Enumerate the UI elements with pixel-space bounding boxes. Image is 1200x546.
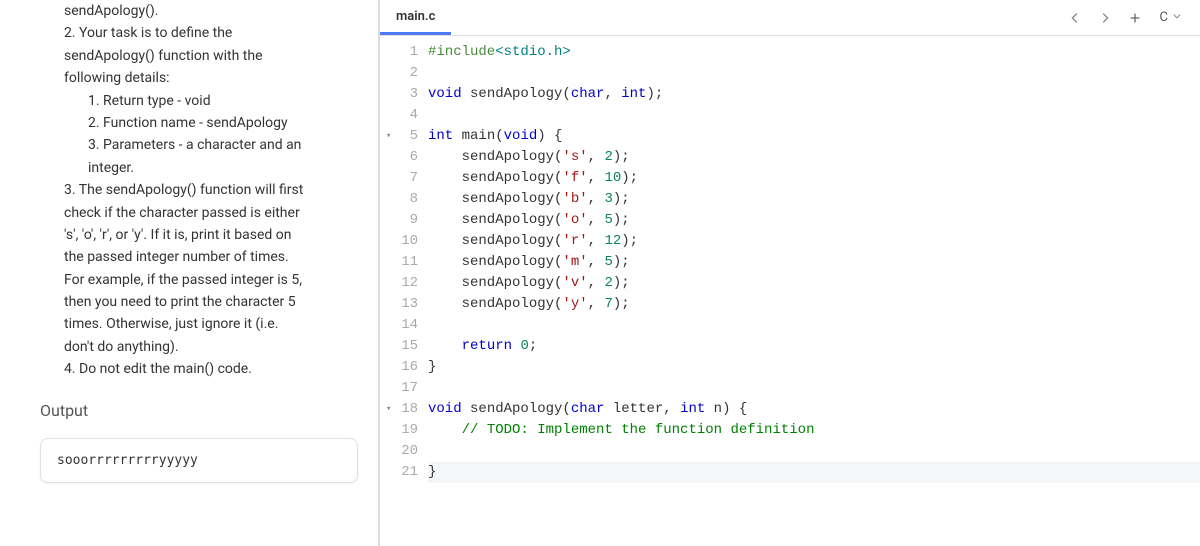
gutter-line: 20 (380, 441, 418, 462)
code-line[interactable] (428, 441, 1200, 462)
gutter-line: 21 (380, 462, 418, 483)
next-button[interactable] (1090, 3, 1120, 33)
instruction-line: then you need to print the character 5 (40, 291, 358, 313)
code-line[interactable] (428, 63, 1200, 84)
instruction-line: 3. The sendApology() function will first (40, 179, 358, 201)
code-editor[interactable]: 1234▾567891011121314151617▾18192021 #inc… (380, 36, 1200, 546)
gutter-line: 8 (380, 189, 418, 210)
code-line[interactable]: void sendApology(char, int); (428, 84, 1200, 105)
instruction-line: 4. Do not edit the main() code. (40, 358, 358, 380)
output-heading: Output (40, 401, 358, 420)
instruction-line: 2. Your task is to define the (40, 22, 358, 44)
code-line[interactable]: sendApology('b', 3); (428, 189, 1200, 210)
instruction-line: check if the character passed is either (40, 202, 358, 224)
code-line[interactable]: int main(void) { (428, 126, 1200, 147)
instruction-line: 1. Return type - void (40, 90, 358, 112)
gutter-line: 11 (380, 252, 418, 273)
gutter-line: 17 (380, 378, 418, 399)
code-content[interactable]: #include<stdio.h> void sendApology(char, … (428, 42, 1200, 546)
instruction-line: sendApology(). (40, 0, 358, 22)
language-label: C (1160, 10, 1168, 25)
gutter-line: 14 (380, 315, 418, 336)
output-text: sooorrrrrrrrryyyyy (57, 453, 198, 468)
gutter-line: ▾18 (380, 399, 418, 420)
editor-panel: main.c C 123 (380, 0, 1200, 546)
code-line[interactable]: sendApology('s', 2); (428, 147, 1200, 168)
instruction-line: 2. Function name - sendApology (40, 112, 358, 134)
instruction-line: following details: (40, 67, 358, 89)
gutter-line: 16 (380, 357, 418, 378)
instructions-panel[interactable]: sendApology().2. Your task is to define … (0, 0, 380, 546)
file-tab[interactable]: main.c (380, 1, 451, 35)
code-line[interactable]: sendApology('v', 2); (428, 273, 1200, 294)
gutter-line: 13 (380, 294, 418, 315)
instruction-line: 3. Parameters - a character and an (40, 134, 358, 156)
instruction-line: integer. (40, 157, 358, 179)
gutter-line: 4 (380, 105, 418, 126)
instructions-text: sendApology().2. Your task is to define … (40, 0, 358, 381)
instruction-line: 's', 'o', 'r', or 'y'. If it is, print i… (40, 224, 358, 246)
code-line[interactable] (428, 315, 1200, 336)
gutter-line: 3 (380, 84, 418, 105)
code-line[interactable]: sendApology('o', 5); (428, 210, 1200, 231)
gutter-line: 19 (380, 420, 418, 441)
code-line[interactable]: } (428, 357, 1200, 378)
output-box: sooorrrrrrrrryyyyy (40, 438, 358, 483)
code-line[interactable]: #include<stdio.h> (428, 42, 1200, 63)
code-line[interactable]: return 0; (428, 336, 1200, 357)
code-line[interactable]: sendApology('m', 5); (428, 252, 1200, 273)
fold-icon[interactable]: ▾ (386, 403, 391, 417)
fold-icon[interactable]: ▾ (386, 130, 391, 144)
app-root: sendApology().2. Your task is to define … (0, 0, 1200, 546)
gutter-line: 12 (380, 273, 418, 294)
line-gutter: 1234▾567891011121314151617▾18192021 (380, 42, 428, 546)
instruction-line: sendApology() function with the (40, 45, 358, 67)
code-line[interactable]: sendApology('r', 12); (428, 231, 1200, 252)
gutter-line: ▾5 (380, 126, 418, 147)
tab-controls: C (1060, 3, 1200, 33)
instruction-line: times. Otherwise, just ignore it (i.e. (40, 313, 358, 335)
code-line[interactable]: void sendApology(char letter, int n) { (428, 399, 1200, 420)
gutter-line: 10 (380, 231, 418, 252)
language-select[interactable]: C (1150, 6, 1192, 29)
gutter-line: 2 (380, 63, 418, 84)
code-line[interactable] (428, 105, 1200, 126)
instruction-line: For example, if the passed integer is 5, (40, 269, 358, 291)
instruction-line: the passed integer number of times. (40, 246, 358, 268)
gutter-line: 7 (380, 168, 418, 189)
code-line[interactable]: sendApology('f', 10); (428, 168, 1200, 189)
gutter-line: 1 (380, 42, 418, 63)
add-file-button[interactable] (1120, 3, 1150, 33)
gutter-line: 15 (380, 336, 418, 357)
prev-button[interactable] (1060, 3, 1090, 33)
chevron-down-icon (1172, 11, 1182, 24)
code-line[interactable]: sendApology('y', 7); (428, 294, 1200, 315)
gutter-line: 6 (380, 147, 418, 168)
code-line[interactable]: } (428, 462, 1200, 483)
gutter-line: 9 (380, 210, 418, 231)
code-line[interactable] (428, 378, 1200, 399)
code-line[interactable]: // TODO: Implement the function definiti… (428, 420, 1200, 441)
instruction-line: don't do anything). (40, 336, 358, 358)
editor-tabs: main.c C (380, 0, 1200, 36)
